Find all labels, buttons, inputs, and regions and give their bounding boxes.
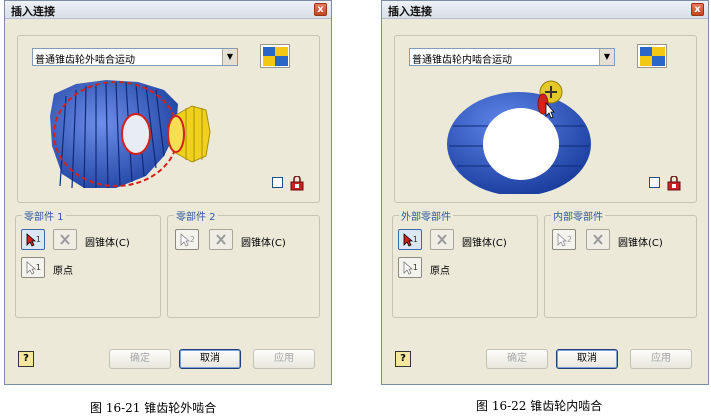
lock-icon[interactable] (290, 176, 304, 191)
insert-joint-dialog-internal: 插入连接 x 普通锥齿轮内啮合运动 ▼ 外部零部件 1 圆锥体(C) 1 原点 … (381, 0, 709, 385)
component-2-legend: 零部件 2 (176, 212, 216, 223)
component-2-group: 零部件 2 (167, 208, 320, 318)
apply-button[interactable]: 应用 (253, 349, 315, 369)
figure-caption: 图 16-22 锥齿轮内啮合 (476, 399, 603, 413)
motion-type-icon[interactable] (637, 44, 667, 68)
select-pointer-icon (26, 233, 36, 247)
origin-label: 原点 (430, 266, 450, 277)
figure-caption: 图 16-21 锥齿轮外啮合 (90, 401, 217, 415)
ok-button[interactable]: 确定 (109, 349, 171, 369)
select-pointer-icon (557, 233, 567, 247)
chevron-down-icon[interactable]: ▼ (222, 49, 237, 65)
flip-component-1-button[interactable] (53, 229, 77, 250)
flip-icon (437, 234, 447, 245)
origin-label: 原点 (53, 266, 73, 277)
close-icon[interactable]: x (691, 3, 704, 16)
gear-preview-image (50, 80, 211, 189)
dialog-title: 插入连接 (11, 5, 55, 18)
inner-component-legend: 内部零部件 (553, 212, 603, 223)
lock-icon[interactable] (667, 176, 681, 191)
insert-joint-dialog-external: 插入连接 x 普通锥齿轮外啮合运动 ▼ 零部件 1 1 圆锥体(C) 1 原点 … (4, 0, 332, 385)
motion-type-icon[interactable] (260, 44, 290, 68)
component-2-type-label: 圆锥体(C) (241, 238, 286, 249)
joint-type-value: 普通锥齿轮内啮合运动 (412, 55, 512, 66)
flip-component-2-button[interactable] (209, 229, 233, 250)
joint-type-select[interactable]: 普通锥齿轮内啮合运动 ▼ (409, 48, 615, 66)
component-1-type-label: 圆锥体(C) (85, 238, 130, 249)
select-pointer-icon (403, 233, 413, 247)
motion-panel: 普通锥齿轮内啮合运动 ▼ (394, 35, 697, 203)
cancel-button[interactable]: 取消 (556, 349, 618, 369)
dialog-title: 插入连接 (388, 5, 432, 18)
select-pointer-icon (403, 261, 413, 275)
flip-component-1-button[interactable] (430, 229, 454, 250)
ok-button[interactable]: 确定 (486, 349, 548, 369)
titlebar: 插入连接 x (382, 1, 708, 19)
select-pointer-icon (26, 261, 36, 275)
motion-panel: 普通锥齿轮外啮合运动 ▼ (17, 35, 320, 203)
joint-type-select[interactable]: 普通锥齿轮外啮合运动 ▼ (32, 48, 238, 66)
titlebar: 插入连接 x (5, 1, 331, 19)
select-component-1-button[interactable]: 1 (398, 229, 422, 250)
select-component-2-button[interactable]: 2 (175, 229, 199, 250)
outer-component-legend: 外部零部件 (401, 212, 451, 223)
apply-button[interactable]: 应用 (630, 349, 692, 369)
component-2-type-label: 圆锥体(C) (618, 238, 663, 249)
component-1-type-label: 圆锥体(C) (462, 238, 507, 249)
help-icon[interactable]: ? (395, 351, 411, 367)
flip-icon (593, 234, 603, 245)
help-icon[interactable]: ? (18, 351, 34, 367)
checkbox[interactable] (272, 177, 283, 188)
inner-component-group: 内部零部件 (544, 208, 697, 318)
chevron-down-icon[interactable]: ▼ (599, 49, 614, 65)
select-component-2-button[interactable]: 2 (552, 229, 576, 250)
close-icon[interactable]: x (314, 3, 327, 16)
cancel-button[interactable]: 取消 (179, 349, 241, 369)
select-pointer-icon (180, 233, 190, 247)
checkbox[interactable] (649, 177, 660, 188)
flip-icon (60, 234, 70, 245)
component-1-legend: 零部件 1 (24, 212, 64, 223)
flip-icon (216, 234, 226, 245)
joint-type-value: 普通锥齿轮外啮合运动 (35, 55, 135, 66)
select-origin-button[interactable]: 1 (398, 257, 422, 278)
flip-component-2-button[interactable] (586, 229, 610, 250)
select-origin-button[interactable]: 1 (21, 257, 45, 278)
gear-preview-image (447, 80, 591, 194)
select-component-1-button[interactable]: 1 (21, 229, 45, 250)
